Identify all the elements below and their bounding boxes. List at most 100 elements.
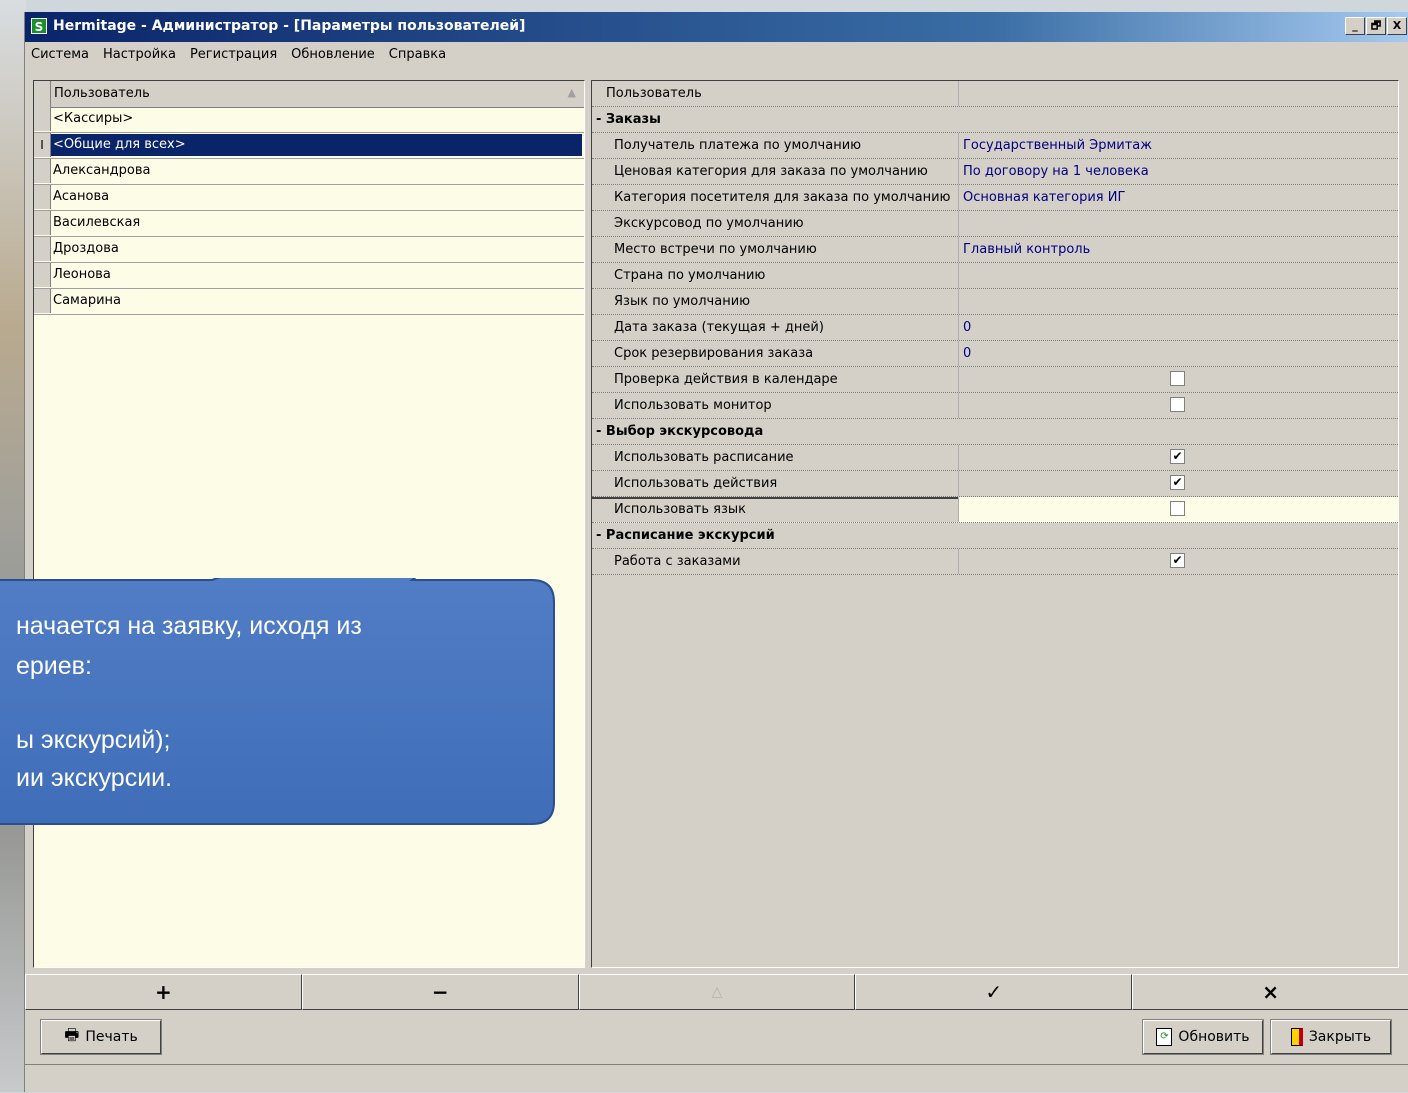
category-guide-selection[interactable]: - Выбор экскурсовода (592, 419, 1398, 445)
row-indicator (34, 185, 51, 209)
param-row[interactable]: Дата заказа (текущая + дней) 0 (592, 315, 1398, 341)
sort-ascending-icon: ▲ (567, 86, 576, 99)
param-row[interactable]: Страна по умолчанию (592, 263, 1398, 289)
menu-update[interactable]: Обновление (291, 47, 375, 62)
category-label: - Расписание экскурсий (596, 528, 775, 543)
param-row[interactable]: Ценовая категория для заказа по умолчани… (592, 159, 1398, 185)
row-indicator (34, 289, 51, 313)
param-row[interactable]: Использовать расписание ✔ (592, 445, 1398, 471)
use-actions-checkbox[interactable]: ✔ (1170, 475, 1185, 490)
callout-text-line: ериев: (16, 652, 92, 680)
print-button[interactable]: 🖶 Печать (41, 1020, 161, 1054)
column-divider (958, 263, 959, 288)
user-row-selected[interactable]: I <Общие для всех> (34, 133, 584, 159)
close-window-button[interactable]: X (1387, 17, 1407, 35)
record-navigator: + − △ ✓ × (25, 974, 1408, 1010)
param-row[interactable]: Экскурсовод по умолчанию (592, 211, 1398, 237)
row-indicator: I (34, 133, 51, 157)
column-divider (958, 367, 959, 392)
param-label: Ценовая категория для заказа по умолчани… (614, 164, 928, 179)
cancel-record-button[interactable]: × (1132, 974, 1408, 1010)
users-grid: Пользователь ▲ <Кассиры> I <Общие для вс… (33, 80, 585, 968)
user-name: <Общие для всех> (53, 137, 186, 152)
user-row[interactable]: Асанова (34, 185, 584, 211)
title-bar: S Hermitage - Администратор - [Параметры… (25, 12, 1408, 42)
delete-record-button[interactable]: − (301, 974, 579, 1010)
minimize-button[interactable]: _ (1345, 17, 1365, 35)
param-row[interactable]: Работа с заказами ✔ (592, 549, 1398, 575)
column-divider (958, 81, 959, 106)
menu-system[interactable]: Система (31, 47, 89, 62)
category-orders[interactable]: - Заказы (592, 107, 1398, 133)
param-row[interactable]: Язык по умолчанию (592, 289, 1398, 315)
row-indicator (34, 107, 51, 131)
column-divider (958, 133, 959, 158)
category-tour-schedule[interactable]: - Расписание экскурсий (592, 523, 1398, 549)
param-row[interactable]: Место встречи по умолчанию Главный контр… (592, 237, 1398, 263)
param-row[interactable]: Категория посетителя для заказа по умолч… (592, 185, 1398, 211)
calendar-check-checkbox[interactable] (1170, 371, 1185, 386)
param-row[interactable]: Срок резервирования заказа 0 (592, 341, 1398, 367)
window-title: Hermitage - Администратор - [Параметры п… (53, 18, 526, 34)
user-name: Дроздова (53, 241, 119, 256)
window-controls: _ 🗗 X (1345, 17, 1407, 35)
work-with-orders-checkbox[interactable]: ✔ (1170, 553, 1185, 568)
param-value[interactable]: 0 (963, 320, 971, 335)
user-row[interactable]: Леонова (34, 263, 584, 289)
close-button[interactable]: Закрыть (1271, 1020, 1391, 1054)
post-record-button[interactable]: ✓ (855, 974, 1133, 1010)
column-divider (958, 471, 959, 496)
selection-highlight: <Общие для всех> (51, 134, 582, 156)
params-header-row: Пользователь (592, 81, 1398, 107)
category-label: - Заказы (596, 112, 661, 127)
callout-text-line: ии экскурсии. (16, 764, 173, 792)
column-divider (958, 237, 959, 262)
app-window: S Hermitage - Администратор - [Параметры… (24, 12, 1408, 1092)
users-grid-header[interactable]: Пользователь ▲ (34, 81, 584, 108)
row-indicator (34, 237, 51, 261)
param-label: Получатель платежа по умолчанию (614, 138, 862, 153)
refresh-button[interactable]: ⟳ Обновить (1143, 1020, 1263, 1054)
menu-settings[interactable]: Настройка (103, 47, 176, 62)
param-value[interactable]: Главный контроль (963, 242, 1090, 257)
user-row[interactable]: Дроздова (34, 237, 584, 263)
close-label: Закрыть (1308, 1029, 1372, 1045)
users-list: <Кассиры> I <Общие для всех> Александров… (34, 107, 584, 315)
row-indicator (34, 159, 51, 183)
edit-record-button[interactable]: △ (578, 974, 856, 1010)
param-label: Срок резервирования заказа (614, 346, 814, 361)
column-divider (958, 341, 959, 366)
column-divider (958, 315, 959, 340)
user-row[interactable]: Василевская (34, 211, 584, 237)
param-label: Экскурсовод по умолчанию (614, 216, 804, 231)
param-row[interactable]: Использовать монитор (592, 393, 1398, 419)
param-row[interactable]: Получатель платежа по умолчанию Государс… (592, 133, 1398, 159)
menu-bar: Система Настройка Регистрация Обновление… (25, 42, 1408, 66)
param-row-active[interactable]: Использовать язык (592, 497, 1398, 523)
param-value[interactable]: Государственный Эрмитаж (963, 138, 1152, 153)
param-value[interactable]: По договору на 1 человека (963, 164, 1149, 179)
annotation-callout: начается на заявку, исходя из ериев: ы э… (0, 578, 556, 826)
user-row[interactable]: Александрова (34, 159, 584, 185)
add-record-button[interactable]: + (25, 974, 302, 1010)
restore-button[interactable]: 🗗 (1366, 17, 1386, 35)
param-value[interactable]: Основная категория ИГ (963, 190, 1125, 205)
desktop-background (0, 0, 26, 1092)
params-column-header: Пользователь (606, 86, 702, 101)
printer-icon: 🖶 (64, 1024, 80, 1044)
param-row[interactable]: Проверка действия в календаре (592, 367, 1398, 393)
param-label: Язык по умолчанию (614, 294, 751, 309)
use-language-checkbox[interactable] (1170, 501, 1185, 516)
user-name: <Кассиры> (53, 111, 134, 126)
user-row[interactable]: <Кассиры> (34, 107, 584, 133)
user-row[interactable]: Самарина (34, 289, 584, 315)
refresh-label: Обновить (1178, 1029, 1250, 1045)
column-divider (958, 185, 959, 210)
menu-registration[interactable]: Регистрация (190, 47, 277, 62)
param-row[interactable]: Использовать действия ✔ (592, 471, 1398, 497)
use-schedule-checkbox[interactable]: ✔ (1170, 449, 1185, 464)
param-value[interactable]: 0 (963, 346, 971, 361)
refresh-icon: ⟳ (1156, 1028, 1173, 1046)
menu-help[interactable]: Справка (389, 47, 446, 62)
use-monitor-checkbox[interactable] (1170, 397, 1185, 412)
